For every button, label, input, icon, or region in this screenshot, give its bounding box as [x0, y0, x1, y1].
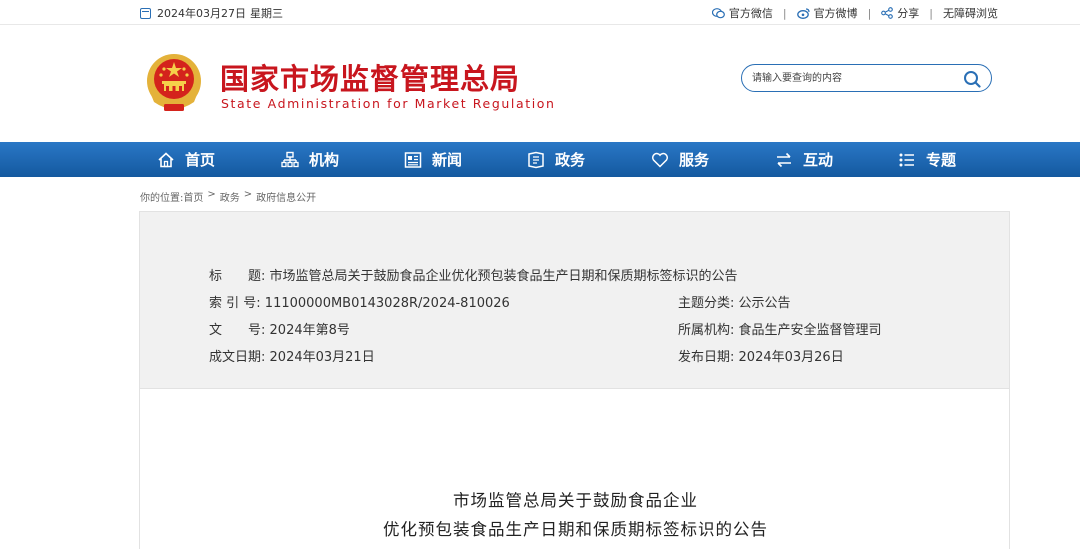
- divider: |: [867, 6, 872, 20]
- divider: |: [782, 6, 787, 20]
- utility-links: 官方微信 | 官方微博 | 分享 | 无障碍浏览: [711, 5, 998, 21]
- created-date-label: 成文日期:: [209, 350, 266, 365]
- share-label: 分享: [897, 7, 920, 20]
- title-label: 标 题:: [209, 269, 266, 284]
- government-icon: [528, 151, 544, 168]
- divider: |: [929, 6, 933, 20]
- site-header: 国家市场监督管理总局 State Administration for Mark…: [0, 26, 1080, 142]
- published-date-label: 发布日期:: [678, 350, 735, 365]
- created-date-value: 2024年03月21日: [269, 350, 375, 365]
- breadcrumb-separator: >: [243, 189, 253, 200]
- title-value: 市场监管总局关于鼓励食品企业优化预包装食品生产日期和保质期标签标识的公告: [269, 269, 738, 284]
- search-box: [741, 64, 992, 92]
- share-link[interactable]: 分享: [881, 5, 919, 21]
- nav-label: 专题: [926, 151, 957, 169]
- exchange-arrows-icon: [777, 152, 791, 167]
- nav-item-government[interactable]: 政务: [527, 142, 585, 177]
- share-icon: [881, 7, 894, 19]
- info-row-category: 主题分类: 公示公告: [678, 292, 791, 311]
- category-label: 主题分类:: [678, 296, 735, 311]
- docno-value: 2024年第8号: [269, 323, 350, 338]
- date-display: 2024年03月27日 星期三: [140, 5, 283, 21]
- nav-item-home[interactable]: 首页: [157, 142, 215, 177]
- nav-label: 机构: [309, 151, 340, 169]
- weibo-label: 官方微博: [813, 7, 858, 20]
- nav-item-service[interactable]: 服务: [651, 142, 709, 177]
- document-title-line-1: 市场监管总局关于鼓励食品企业: [453, 491, 698, 510]
- wechat-label: 官方微信: [728, 7, 773, 20]
- breadcrumb-separator: >: [207, 189, 216, 200]
- published-date-value: 2024年03月26日: [738, 350, 844, 365]
- calendar-icon: [140, 7, 151, 19]
- breadcrumb-home[interactable]: 首页: [183, 189, 203, 204]
- nav-item-interaction[interactable]: 互动: [775, 142, 833, 177]
- category-value: 公示公告: [738, 296, 791, 311]
- current-weekday: 星期三: [250, 7, 283, 20]
- index-value: 11100000MB0143028R/2024-810026: [264, 296, 510, 311]
- nav-item-org[interactable]: 机构: [281, 142, 339, 177]
- info-row-org: 所属机构: 食品生产安全监督管理司: [678, 319, 882, 338]
- weibo-link[interactable]: 官方微博: [796, 5, 858, 21]
- site-title[interactable]: 国家市场监督管理总局: [220, 56, 520, 98]
- breadcrumb-prefix: 你的位置:: [140, 193, 184, 204]
- document-title-line-2: 优化预包装食品生产日期和保质期标签标识的公告: [383, 520, 768, 539]
- breadcrumb: 你的位置: 首页 > 政务 > 政府信息公开: [140, 189, 316, 204]
- weibo-icon: [796, 7, 810, 19]
- info-row-published: 发布日期: 2024年03月26日: [678, 346, 844, 365]
- topic-list-icon: [899, 153, 914, 166]
- info-row-title: 标 题: 市场监管总局关于鼓励食品企业优化预包装食品生产日期和保质期标签标识的公…: [209, 265, 738, 284]
- nav-label: 互动: [803, 151, 834, 169]
- accessibility-label: 无障碍浏览: [943, 7, 998, 20]
- top-utility-bar: 2024年03月27日 星期三 官方微信 | 官方微博 | 分享 | 无障碍浏览: [0, 0, 1080, 25]
- index-label: 索 引 号:: [209, 296, 261, 311]
- site-subtitle: State Administration for Market Regulati…: [221, 96, 556, 111]
- nav-label: 新闻: [432, 151, 463, 169]
- breadcrumb-disclosure[interactable]: 政府信息公开: [256, 189, 316, 204]
- news-icon: [404, 151, 422, 168]
- nav-label: 政务: [555, 151, 586, 169]
- current-date: 2024年03月27日: [157, 7, 246, 20]
- info-row-index: 索 引 号: 11100000MB0143028R/2024-810026: [209, 292, 510, 311]
- accessibility-link[interactable]: 无障碍浏览: [943, 5, 998, 21]
- document-body: 市场监管总局关于鼓励食品企业 优化预包装食品生产日期和保质期标签标识的公告: [139, 389, 1010, 549]
- home-icon: [158, 151, 174, 167]
- org-chart-icon: [281, 151, 299, 167]
- nav-item-topics[interactable]: 专题: [898, 142, 956, 177]
- search-input[interactable]: [752, 70, 952, 87]
- main-nav: 首页 机构 新闻 政务 服务 互动 专题: [0, 142, 1080, 177]
- nav-item-news[interactable]: 新闻: [404, 142, 462, 177]
- org-value: 食品生产安全监督管理司: [738, 323, 882, 338]
- nav-label: 服务: [679, 151, 710, 169]
- info-row-docno: 文 号: 2024年第8号: [209, 319, 350, 338]
- national-emblem-logo[interactable]: [144, 52, 204, 114]
- search-icon[interactable]: [963, 70, 981, 88]
- document-info-panel: 标 题: 市场监管总局关于鼓励食品企业优化预包装食品生产日期和保质期标签标识的公…: [139, 211, 1010, 389]
- breadcrumb-government[interactable]: 政务: [220, 189, 240, 204]
- wechat-link[interactable]: 官方微信: [711, 5, 773, 21]
- info-row-created: 成文日期: 2024年03月21日: [209, 346, 375, 365]
- docno-label: 文 号:: [209, 323, 266, 338]
- heart-icon: [652, 152, 668, 168]
- org-label: 所属机构:: [678, 323, 735, 338]
- wechat-icon: [711, 7, 725, 18]
- nav-label: 首页: [185, 151, 216, 169]
